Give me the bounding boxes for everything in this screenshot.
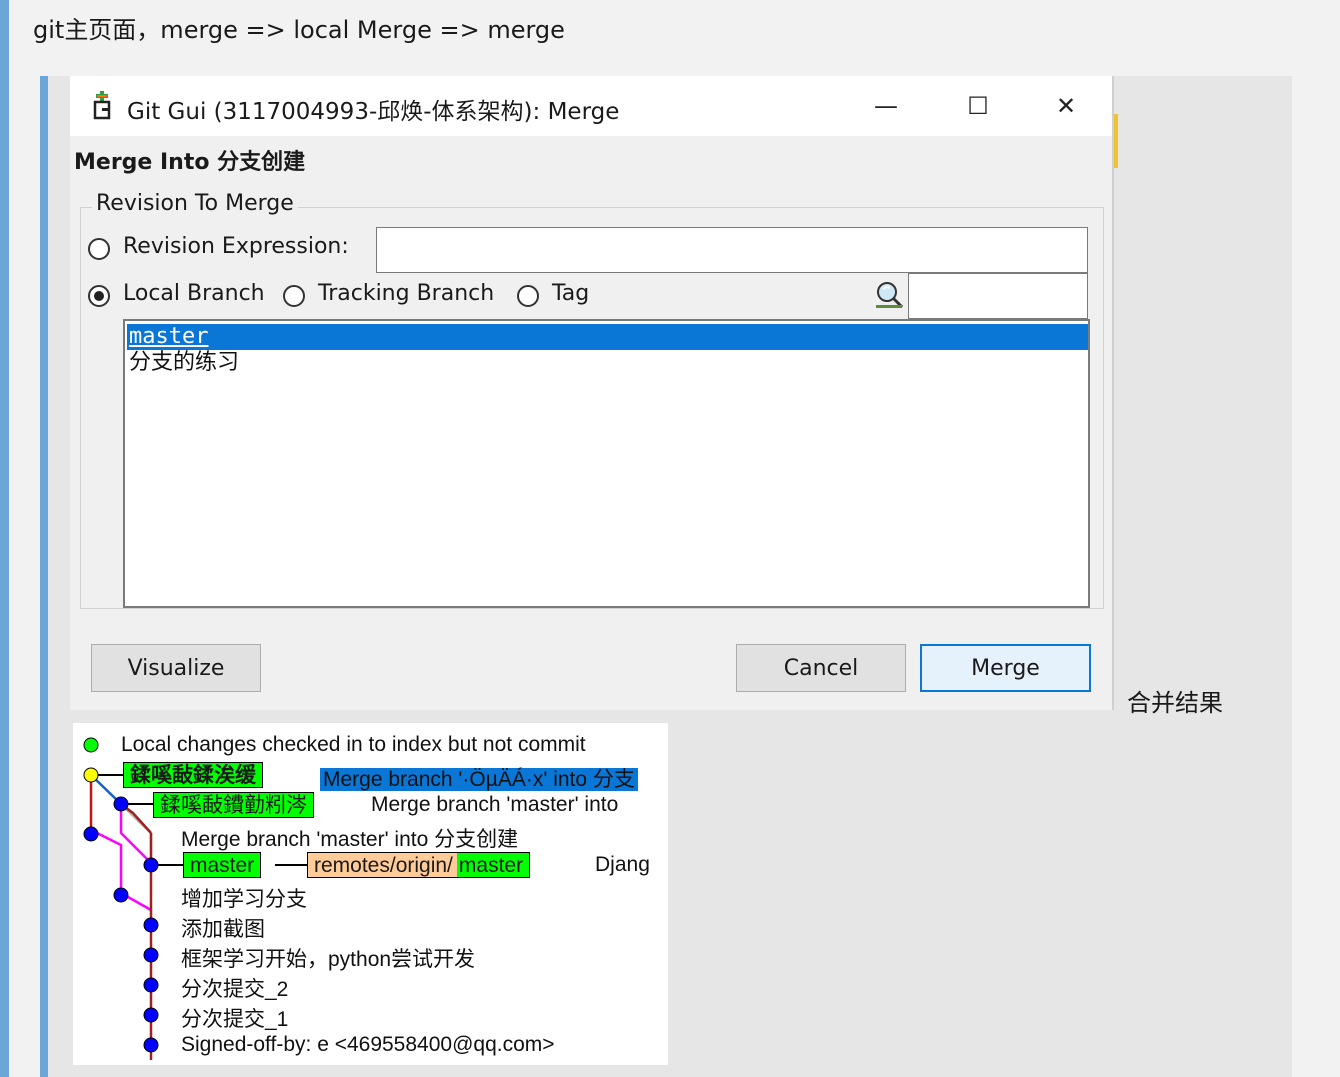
remote-ref-branch: master (456, 853, 530, 877)
title-bar[interactable]: Git Gui (3117004993-邱焕-体系架构): Merge — ☐ … (70, 76, 1112, 136)
branch-list-item-master[interactable]: master (127, 324, 1088, 350)
branch-list-item-practice[interactable]: 分支的练习 (127, 350, 1088, 376)
revision-group-legend: Revision To Merge (92, 191, 298, 216)
scrollbar-marker (1114, 114, 1118, 168)
commit-row-framework[interactable]: 框架学习开始，python尝试开发 (181, 943, 475, 973)
commit-history-panel: Local changes checked in to index but no… (73, 723, 668, 1065)
commit-row-django[interactable]: Djang (595, 853, 650, 877)
branch-ref-master[interactable]: master (183, 852, 262, 878)
remote-ref-prefix: remotes/origin/ (308, 853, 457, 877)
revision-expression-label[interactable]: Revision Expression: (123, 234, 349, 259)
window-title: Git Gui (3117004993-邱焕-体系架构): Merge (127, 99, 620, 125)
branch-ref-tag[interactable]: 鍒嗘敮鐨勭粌涔 (153, 792, 314, 818)
merge-result-label: 合并结果 (1127, 689, 1223, 717)
maximize-button[interactable]: ☐ (932, 76, 1024, 136)
minimize-button[interactable]: — (840, 76, 932, 136)
merge-button[interactable]: Merge (920, 644, 1091, 692)
commit-row-commit-2[interactable]: 分次提交_2 (181, 973, 288, 1003)
quote-accent-bar (40, 76, 48, 1077)
branch-filter-input[interactable] (908, 273, 1088, 319)
search-icon[interactable] (873, 279, 905, 311)
branch-list[interactable]: master 分支的练习 (123, 319, 1090, 608)
revision-expression-input[interactable] (376, 227, 1088, 273)
commit-row-local-changes[interactable]: Local changes checked in to index but no… (121, 733, 586, 757)
tracking-branch-label[interactable]: Tracking Branch (318, 281, 494, 306)
git-gui-icon (93, 91, 111, 120)
window-edge (1112, 76, 1114, 710)
commit-row-merge-master[interactable]: Merge branch 'master' into (371, 793, 618, 817)
commit-row-signed-off[interactable]: Signed-off-by: e <469558400@qq.com> (181, 1033, 555, 1057)
local-branch-label[interactable]: Local Branch (123, 281, 265, 306)
tag-label[interactable]: Tag (552, 281, 589, 306)
commit-message: Merge branch '·ÖµÄÁ·x' into 分支 (320, 768, 638, 791)
commit-row-merge-branch[interactable]: Merge branch '·ÖµÄÁ·x' into 分支 (320, 763, 638, 793)
cancel-button[interactable]: Cancel (736, 644, 906, 692)
remote-ref-origin-master[interactable]: remotes/origin/master (307, 852, 531, 878)
commit-row-commit-1[interactable]: 分次提交_1 (181, 1003, 288, 1033)
revision-expression-radio[interactable] (88, 238, 110, 260)
accent-bar (0, 0, 9, 1077)
commit-row-add-screenshot[interactable]: 添加截图 (181, 913, 265, 943)
tracking-branch-radio[interactable] (283, 285, 305, 307)
tag-radio[interactable] (517, 285, 539, 307)
close-button[interactable]: ✕ (1020, 76, 1112, 136)
merge-into-heading: Merge Into 分支创建 (74, 150, 306, 175)
local-branch-radio[interactable] (88, 285, 110, 307)
visualize-button[interactable]: Visualize (91, 644, 261, 692)
commit-row-add-branch[interactable]: 增加学习分支 (181, 883, 307, 913)
merge-dialog-window: Git Gui (3117004993-邱焕-体系架构): Merge — ☐ … (70, 76, 1112, 710)
note-text: git主页面，merge => local Merge => merge (33, 16, 565, 44)
commit-row-merge-master-into-branch[interactable]: Merge branch 'master' into 分支创建 (181, 823, 518, 853)
branch-ref-tag[interactable]: 鍒嗘敮鍒涘缓 (123, 762, 263, 788)
